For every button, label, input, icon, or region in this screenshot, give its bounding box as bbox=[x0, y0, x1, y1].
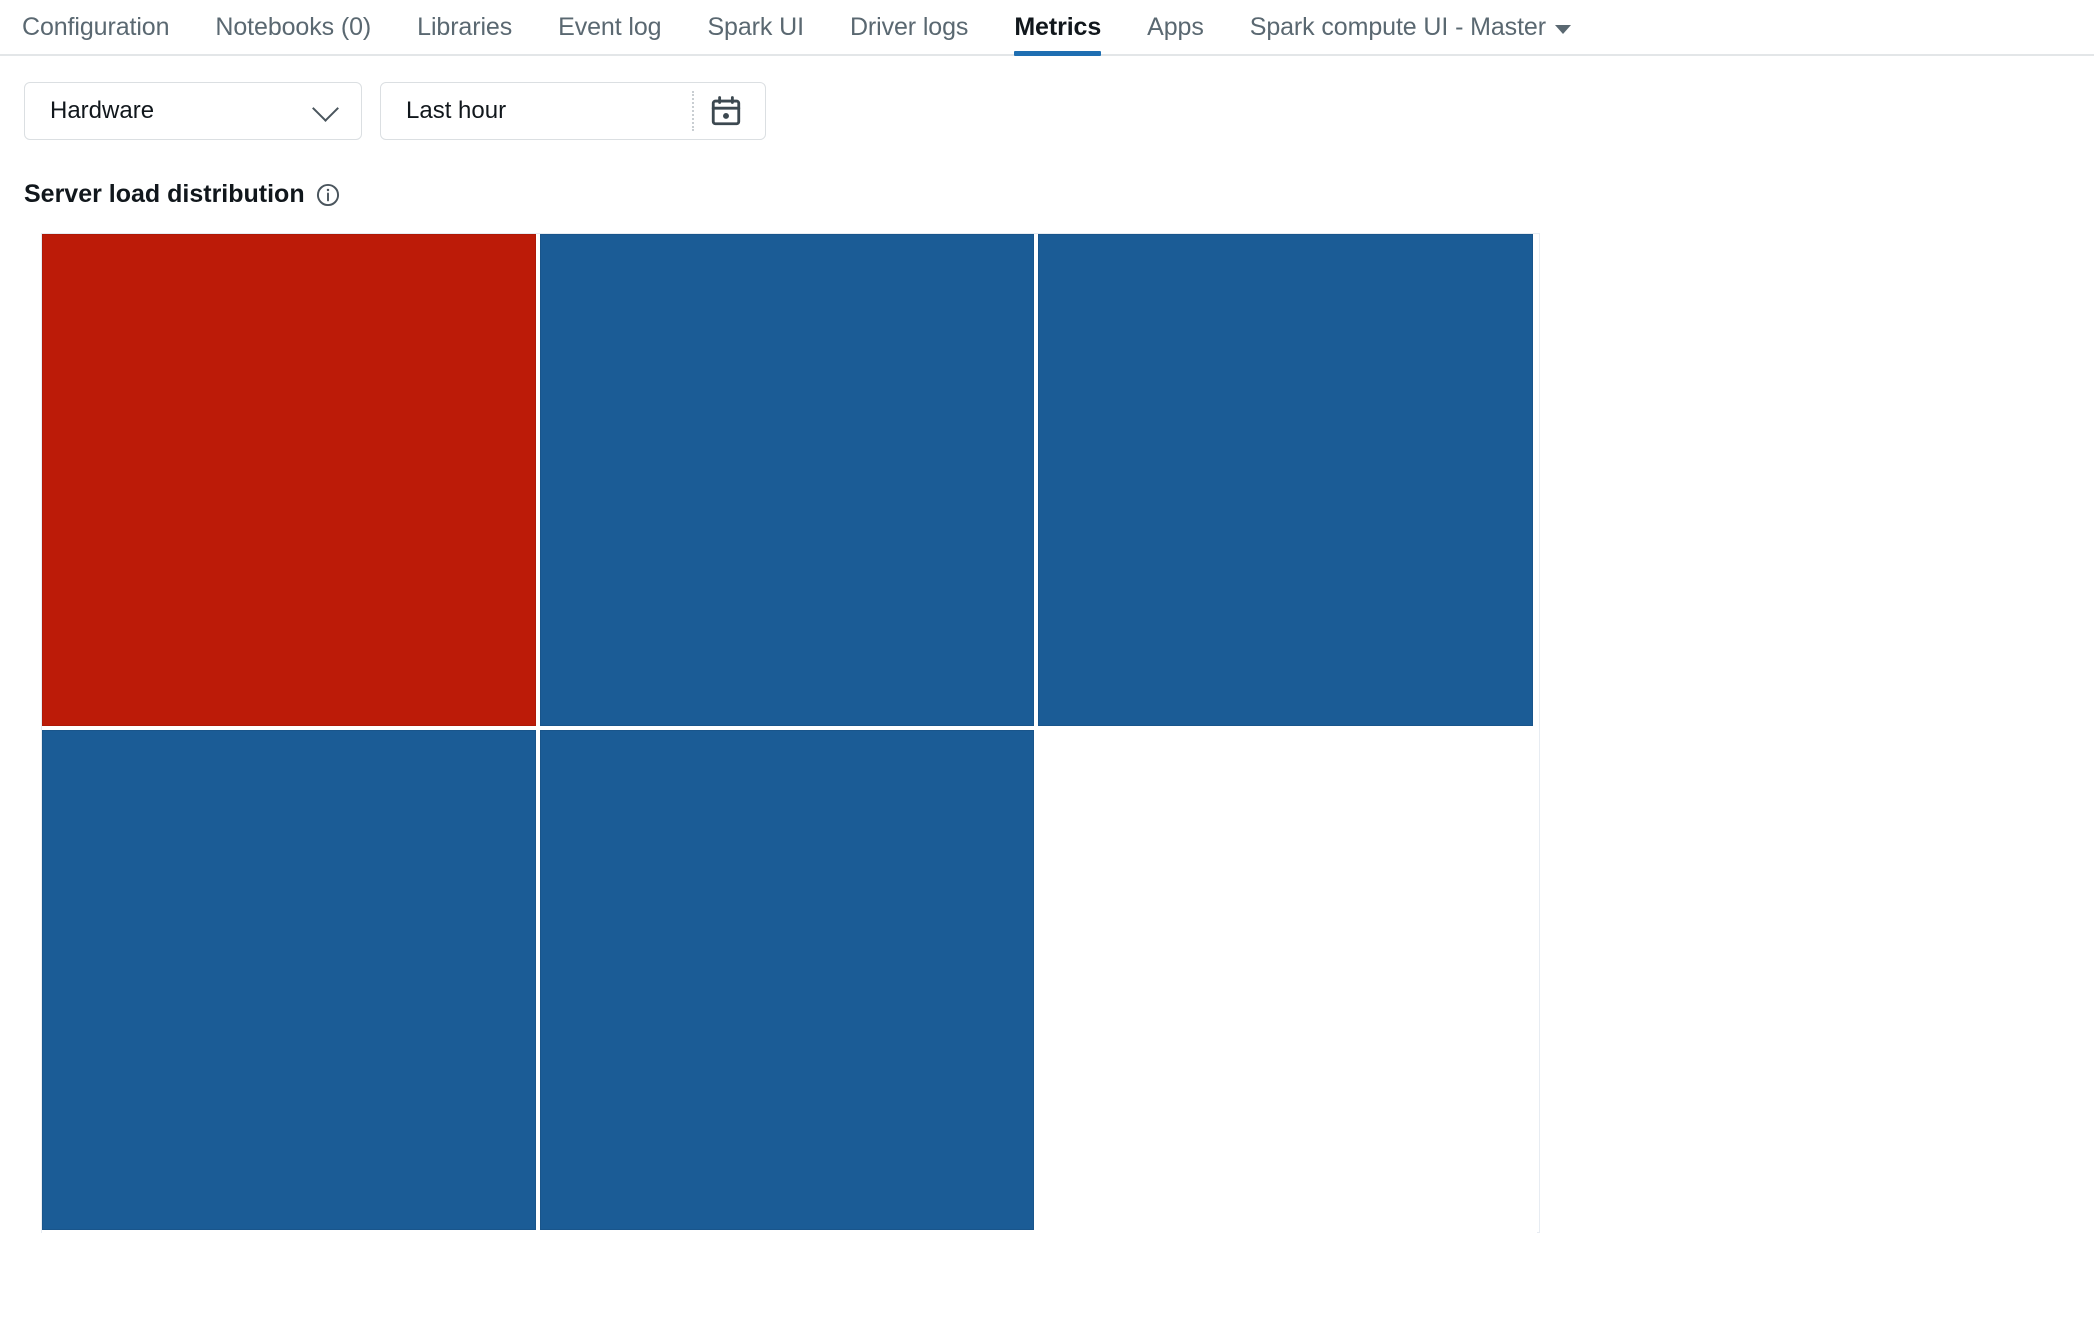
server-load-cell-fill bbox=[42, 234, 536, 726]
caret-down-icon bbox=[1554, 25, 1571, 34]
metric-group-select-value: Hardware bbox=[50, 97, 155, 124]
server-load-cell-fill bbox=[42, 730, 536, 1230]
chevron-down-icon bbox=[312, 94, 339, 122]
server-load-cell[interactable] bbox=[42, 234, 540, 730]
cluster-detail-tabbar: Configuration Notebooks (0) Libraries Ev… bbox=[0, 0, 2094, 56]
server-load-cell-fill bbox=[1038, 730, 1533, 1230]
tab-configuration[interactable]: Configuration bbox=[22, 15, 170, 54]
server-load-cell[interactable] bbox=[540, 234, 1038, 730]
server-load-cell-empty[interactable] bbox=[1038, 730, 1537, 1234]
section-heading: Server load distribution bbox=[0, 140, 2094, 209]
time-range-divider bbox=[692, 91, 695, 131]
server-load-cell-fill bbox=[540, 730, 1034, 1230]
server-load-grid bbox=[42, 234, 1539, 1234]
server-load-distribution-chart bbox=[41, 233, 1540, 1234]
metric-group-select[interactable]: Hardware bbox=[24, 82, 362, 140]
section-title: Server load distribution bbox=[24, 180, 305, 208]
server-load-cell-fill bbox=[540, 234, 1034, 726]
tab-event-log[interactable]: Event log bbox=[558, 15, 661, 54]
tab-notebooks[interactable]: Notebooks (0) bbox=[215, 15, 371, 54]
server-load-cell[interactable] bbox=[1038, 234, 1537, 730]
time-range-picker[interactable]: Last hour bbox=[380, 82, 766, 140]
time-range-value: Last hour bbox=[406, 97, 507, 124]
tab-driver-logs[interactable]: Driver logs bbox=[850, 15, 968, 54]
calendar-icon[interactable] bbox=[709, 94, 743, 128]
metrics-filter-row: Hardware Last hour bbox=[0, 56, 2094, 140]
tab-metrics[interactable]: Metrics bbox=[1014, 15, 1101, 56]
spark-compute-ui-dropdown[interactable]: Spark compute UI - Master bbox=[1250, 15, 1571, 54]
server-load-cell[interactable] bbox=[540, 730, 1038, 1234]
spark-compute-ui-dropdown-label: Spark compute UI - Master bbox=[1249, 13, 1546, 41]
tab-spark-ui[interactable]: Spark UI bbox=[707, 15, 804, 54]
server-load-cell[interactable] bbox=[42, 730, 540, 1234]
server-load-cell-fill bbox=[1038, 234, 1533, 726]
tab-libraries[interactable]: Libraries bbox=[417, 15, 512, 54]
tab-apps[interactable]: Apps bbox=[1147, 15, 1204, 54]
info-icon[interactable] bbox=[315, 182, 341, 208]
